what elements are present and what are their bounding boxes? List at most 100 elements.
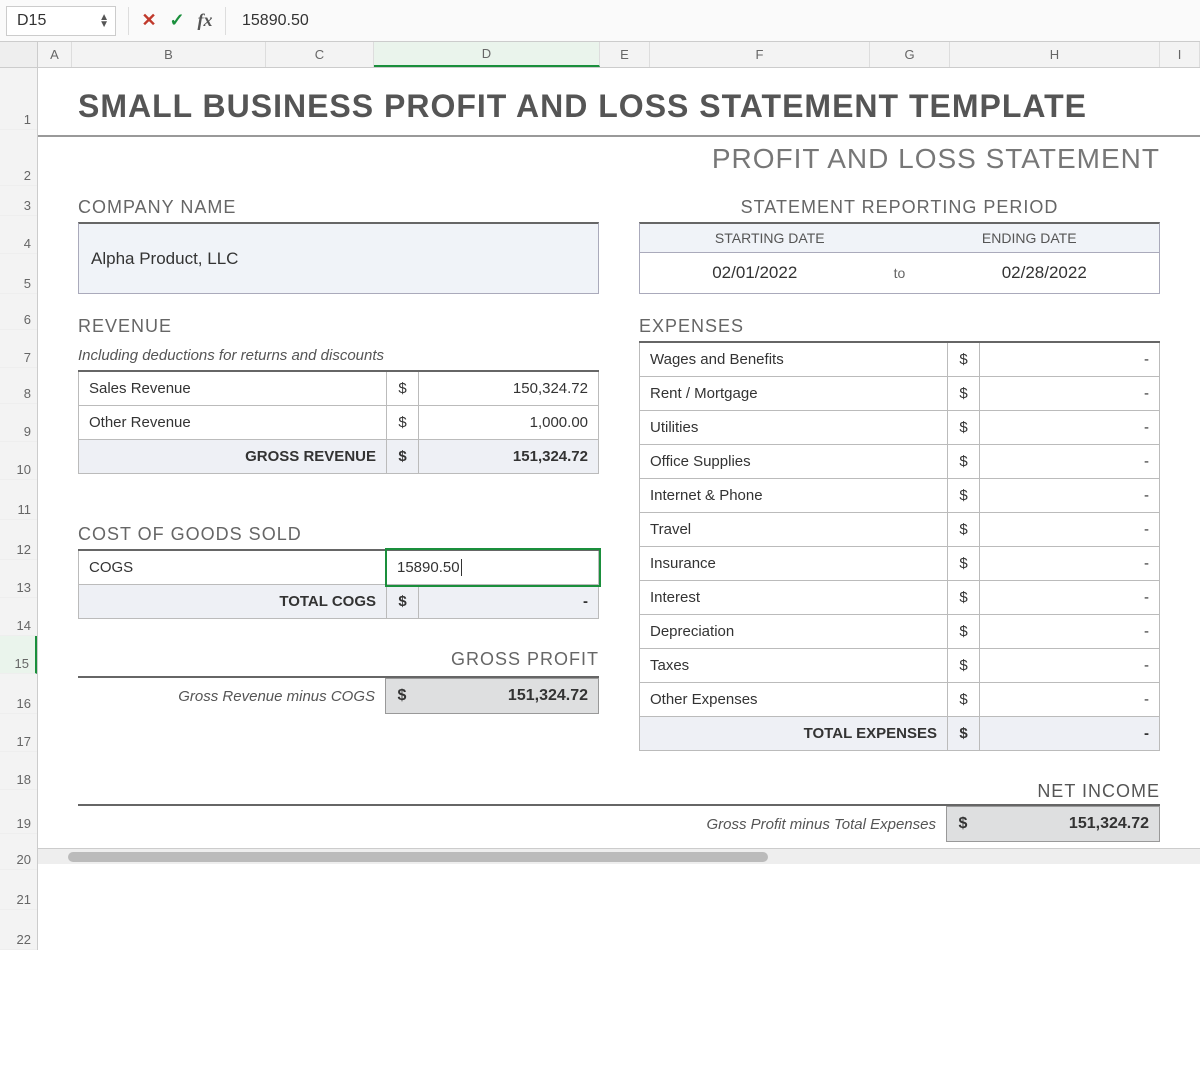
cell-ref-stepper[interactable]: ▲ ▼ <box>99 14 109 28</box>
company-name-cell[interactable]: Alpha Product, LLC <box>78 222 599 294</box>
table-row[interactable]: Interest$- <box>640 581 1160 615</box>
row-header-22[interactable]: 22 <box>0 910 37 950</box>
row-header-2[interactable]: 2 <box>0 130 37 186</box>
row-header-21[interactable]: 21 <box>0 870 37 910</box>
column-header-A[interactable]: A <box>38 42 72 67</box>
currency-symbol: $ <box>948 445 980 479</box>
row-header-17[interactable]: 17 <box>0 714 37 752</box>
row-header-12[interactable]: 12 <box>0 520 37 560</box>
total-value: - <box>980 717 1160 751</box>
column-header-D[interactable]: D <box>374 42 600 67</box>
row-label: Sales Revenue <box>79 371 387 406</box>
formula-input[interactable]: 15890.50 <box>232 6 1200 36</box>
currency-symbol: $ <box>948 547 980 581</box>
row-label: Other Expenses <box>640 683 948 717</box>
row-value[interactable]: - <box>980 479 1160 513</box>
gross-profit-value: 151,324.72 <box>418 679 598 713</box>
currency-symbol: $ <box>948 615 980 649</box>
row-label: Office Supplies <box>640 445 948 479</box>
sheet-content[interactable]: SMALL BUSINESS PROFIT AND LOSS STATEMENT… <box>38 68 1200 950</box>
table-row[interactable]: Insurance$- <box>640 547 1160 581</box>
row-label: Depreciation <box>640 615 948 649</box>
active-cell[interactable]: 15890.50 <box>387 550 599 585</box>
confirm-icon[interactable]: ✓ <box>163 10 191 31</box>
company-label: COMPANY NAME <box>78 197 599 218</box>
table-row[interactable]: COGS 15890.50 <box>79 550 599 585</box>
row-header-11[interactable]: 11 <box>0 480 37 520</box>
revenue-label: REVENUE <box>78 316 599 337</box>
row-value[interactable]: - <box>980 581 1160 615</box>
column-header-E[interactable]: E <box>600 42 650 67</box>
select-all-corner[interactable] <box>0 42 38 67</box>
table-row[interactable]: Internet & Phone$- <box>640 479 1160 513</box>
column-header-F[interactable]: F <box>650 42 870 67</box>
row-value[interactable]: 150,324.72 <box>419 371 599 406</box>
formula-value: 15890.50 <box>242 12 309 30</box>
divider <box>128 7 129 35</box>
currency-symbol: $ <box>948 649 980 683</box>
row-label: Wages and Benefits <box>640 342 948 377</box>
row-value[interactable]: - <box>980 342 1160 377</box>
row-value[interactable]: - <box>980 411 1160 445</box>
start-date-label: STARTING DATE <box>640 224 900 252</box>
row-header-6[interactable]: 6 <box>0 294 37 330</box>
column-header-H[interactable]: H <box>950 42 1160 67</box>
row-header-16[interactable]: 16 <box>0 674 37 714</box>
net-income-row: Gross Profit minus Total Expenses $ 151,… <box>78 804 1160 842</box>
table-row[interactable]: Wages and Benefits$- <box>640 342 1160 377</box>
row-label: COGS <box>79 550 387 585</box>
row-header-14[interactable]: 14 <box>0 598 37 636</box>
table-row[interactable]: Office Supplies$- <box>640 445 1160 479</box>
currency-symbol: $ <box>947 807 979 841</box>
row-value[interactable]: 1,000.00 <box>419 406 599 440</box>
row-value[interactable]: - <box>980 513 1160 547</box>
column-header-I[interactable]: I <box>1160 42 1200 67</box>
row-header-13[interactable]: 13 <box>0 560 37 598</box>
row-header-10[interactable]: 10 <box>0 442 37 480</box>
column-header-B[interactable]: B <box>72 42 266 67</box>
currency-symbol: $ <box>948 377 980 411</box>
row-label: Utilities <box>640 411 948 445</box>
row-header-4[interactable]: 4 <box>0 216 37 254</box>
row-value[interactable]: - <box>980 547 1160 581</box>
row-value[interactable]: - <box>980 683 1160 717</box>
row-header-5[interactable]: 5 <box>0 254 37 294</box>
column-header-G[interactable]: G <box>870 42 950 67</box>
column-header-C[interactable]: C <box>266 42 374 67</box>
column-headers: ABCDEFGHI <box>0 42 1200 68</box>
table-row[interactable]: Rent / Mortgage$- <box>640 377 1160 411</box>
row-header-3[interactable]: 3 <box>0 186 37 216</box>
end-date[interactable]: 02/28/2022 <box>930 253 1160 293</box>
expenses-label: EXPENSES <box>639 316 1160 337</box>
table-row[interactable]: Utilities$- <box>640 411 1160 445</box>
cell-reference-box[interactable]: D15 ▲ ▼ <box>6 6 116 36</box>
currency-symbol: $ <box>948 581 980 615</box>
scrollbar-thumb[interactable] <box>68 852 768 862</box>
row-value[interactable]: - <box>980 615 1160 649</box>
row-header-7[interactable]: 7 <box>0 330 37 368</box>
table-row[interactable]: Depreciation$- <box>640 615 1160 649</box>
table-row[interactable]: Travel$- <box>640 513 1160 547</box>
row-header-19[interactable]: 19 <box>0 790 37 834</box>
cancel-icon[interactable]: ✕ <box>135 10 163 31</box>
row-header-1[interactable]: 1 <box>0 68 37 130</box>
table-row[interactable]: Sales Revenue $ 150,324.72 <box>79 371 599 406</box>
table-row[interactable]: Other Expenses$- <box>640 683 1160 717</box>
row-value[interactable]: - <box>980 649 1160 683</box>
horizontal-scrollbar[interactable] <box>38 848 1200 864</box>
fx-icon[interactable]: fx <box>191 10 219 31</box>
spreadsheet-body: 12345678910111213141516171819202122 SMAL… <box>0 68 1200 950</box>
row-header-20[interactable]: 20 <box>0 834 37 870</box>
row-header-15[interactable]: 15 <box>0 636 37 674</box>
row-label: Rent / Mortgage <box>640 377 948 411</box>
row-value[interactable]: - <box>980 445 1160 479</box>
table-row[interactable]: Other Revenue $ 1,000.00 <box>79 406 599 440</box>
chevron-down-icon[interactable]: ▼ <box>99 21 109 28</box>
row-header-18[interactable]: 18 <box>0 752 37 790</box>
end-date-label: ENDING DATE <box>900 224 1160 252</box>
row-header-8[interactable]: 8 <box>0 368 37 404</box>
start-date[interactable]: 02/01/2022 <box>640 253 870 293</box>
table-row[interactable]: Taxes$- <box>640 649 1160 683</box>
row-header-9[interactable]: 9 <box>0 404 37 442</box>
row-value[interactable]: - <box>980 377 1160 411</box>
